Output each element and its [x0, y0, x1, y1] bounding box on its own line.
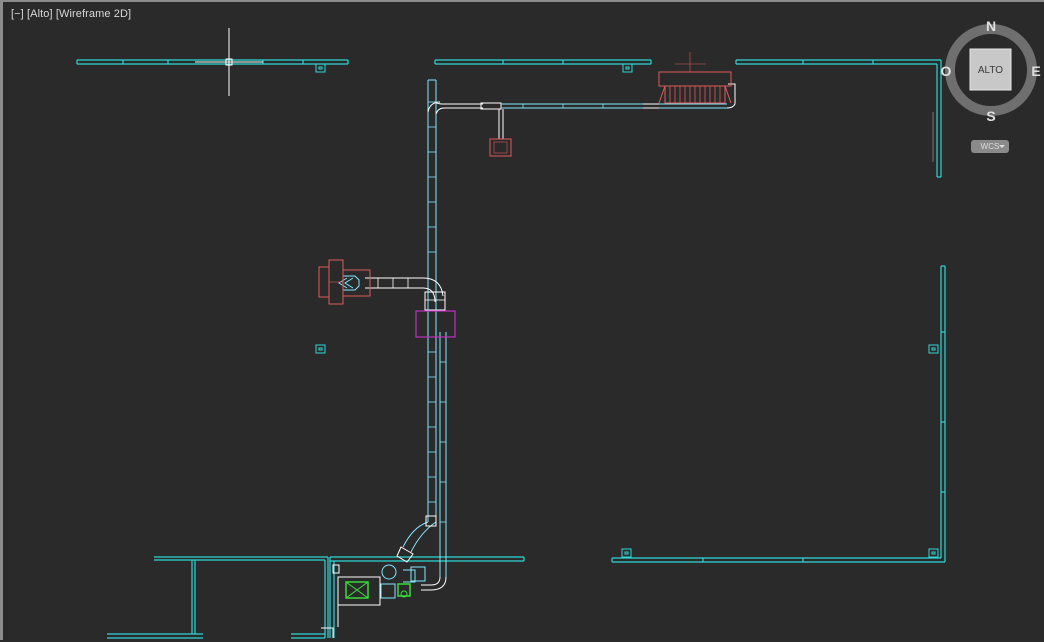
- model-space-drawing[interactable]: ALTO N S E O: [3, 2, 1044, 642]
- diffuser-small[interactable]: [489, 138, 512, 157]
- viewcube[interactable]: ALTO N S E O: [941, 18, 1041, 124]
- wall-right-lower: [940, 265, 946, 562]
- duct-middle-branch[interactable]: [338, 275, 446, 311]
- compass-north[interactable]: N: [986, 18, 996, 34]
- duct-main-vertical[interactable]: [427, 79, 447, 577]
- crosshair-cursor: [195, 28, 263, 96]
- air-handler-unit[interactable]: [658, 52, 732, 104]
- compass-east[interactable]: E: [1031, 63, 1040, 79]
- compass-west[interactable]: O: [941, 63, 952, 79]
- wall-bottom-left: [107, 556, 329, 639]
- wall-bottom-right: [611, 557, 945, 563]
- ucs-menu-button[interactable]: WCS: [971, 140, 1009, 153]
- duct-bottom-elbow[interactable]: [396, 515, 447, 591]
- compass-south[interactable]: S: [986, 108, 995, 124]
- wall-top-middle: [434, 59, 652, 65]
- viewcube-face-label: ALTO: [978, 65, 1003, 76]
- column-markers: [315, 63, 939, 558]
- drawing-viewport[interactable]: [−] [Alto] [Wireframe 2D] ALTO N S E O W…: [0, 0, 1044, 640]
- duct-top-branch[interactable]: [427, 83, 736, 139]
- wall-top-right: [735, 59, 941, 65]
- fan-coil-unit[interactable]: [318, 259, 371, 305]
